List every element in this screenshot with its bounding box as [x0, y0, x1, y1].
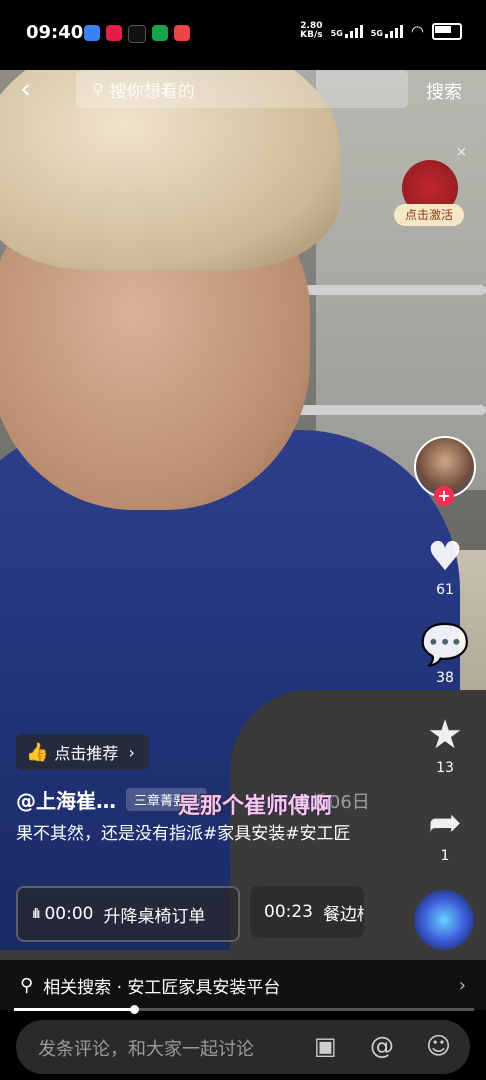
chevron-right-icon: ›	[458, 974, 466, 996]
progress-handle[interactable]	[129, 1005, 139, 1014]
notification-icons	[84, 25, 190, 43]
progress-fill	[14, 1008, 134, 1011]
back-icon[interactable]: ‹	[20, 74, 50, 104]
emoji-icon[interactable]: ☺	[426, 1032, 451, 1060]
image-icon[interactable]: ▣	[314, 1032, 337, 1060]
top-bar: ‹ ⚲ 搜你想看的 搜索	[0, 70, 486, 110]
system-indicators: 2.80 KB/s 5G 5G ◠	[300, 22, 462, 40]
at-mention-icon[interactable]: @	[370, 1032, 394, 1060]
audio-wave-icon: ıllı	[32, 906, 41, 922]
comment-count: 38	[436, 670, 454, 686]
comment-input[interactable]: 发条评论，和大家一起讨论 ▣ @ ☺	[16, 1020, 470, 1074]
like-count: 61	[436, 582, 454, 598]
search-input[interactable]: ⚲ 搜你想看的	[76, 70, 408, 108]
close-icon[interactable]: ×	[456, 145, 467, 160]
share-arrow-icon: ➦	[428, 800, 462, 846]
app-notification-icon	[174, 25, 190, 41]
heart-icon: ♥	[427, 534, 463, 580]
background-railing	[286, 405, 486, 415]
share-count: 1	[440, 848, 450, 864]
music-disc-icon[interactable]	[414, 890, 474, 950]
chevron-right-icon: ›	[128, 742, 135, 762]
activate-button[interactable]: 点击激活	[394, 204, 464, 226]
comment-button[interactable]: 💬 38	[418, 622, 472, 686]
chapter-item[interactable]: ıllı 00:00 升降桌椅订单	[16, 886, 240, 942]
status-bar: 09:40 2.80 KB/s 5G 5G ◠	[0, 0, 486, 70]
app-notification-icon	[84, 25, 100, 41]
search-icon: ⚲	[20, 974, 34, 996]
recommend-label: 点击推荐	[54, 744, 119, 763]
follow-plus-icon[interactable]: +	[434, 486, 454, 506]
recommend-button[interactable]: 👍 点击推荐 ›	[16, 734, 149, 770]
app-notification-icon	[128, 25, 146, 43]
related-search-text: 相关搜索 · 安工匠家具安装平台	[43, 977, 281, 998]
background-building	[316, 70, 486, 490]
favorite-button[interactable]: ★ 13	[418, 712, 472, 776]
thumbs-up-icon: 👍	[26, 741, 49, 763]
author-name[interactable]: @上海崔…	[16, 785, 116, 814]
search-placeholder: 搜你想看的	[109, 81, 195, 102]
signal-icon: 5G	[371, 24, 403, 38]
comment-bubble-icon: 💬	[420, 622, 470, 668]
like-button[interactable]: ♥ 61	[418, 534, 472, 598]
clock: 09:40	[26, 22, 84, 43]
video-caption[interactable]: 果不其然，还是没有指派#家具安装#安工匠	[16, 820, 366, 848]
search-button[interactable]: 搜索	[426, 78, 462, 104]
comment-placeholder: 发条评论，和大家一起讨论	[38, 1039, 254, 1060]
star-icon: ★	[427, 712, 463, 758]
app-notification-icon	[106, 25, 122, 41]
signal-icon: 5G	[331, 24, 363, 38]
battery-icon	[432, 22, 462, 40]
chapter-list: ıllı 00:00 升降桌椅订单 00:23 餐边柜	[16, 886, 364, 942]
app-notification-icon	[152, 25, 168, 41]
chapter-item[interactable]: 00:23 餐边柜	[250, 886, 364, 938]
video-progress-bar[interactable]	[14, 1005, 474, 1014]
video-subtitle: 是那个崔师傅啊	[178, 794, 333, 819]
favorite-count: 13	[436, 760, 454, 776]
share-button[interactable]: ➦ 1	[418, 800, 472, 864]
wifi-icon: ◠	[410, 22, 424, 40]
search-icon: ⚲	[92, 79, 104, 99]
related-search-bar[interactable]: ⚲ 相关搜索 · 安工匠家具安装平台 ›	[0, 960, 486, 1010]
background-railing	[286, 285, 486, 295]
network-speed: 2.80 KB/s	[300, 21, 323, 40]
